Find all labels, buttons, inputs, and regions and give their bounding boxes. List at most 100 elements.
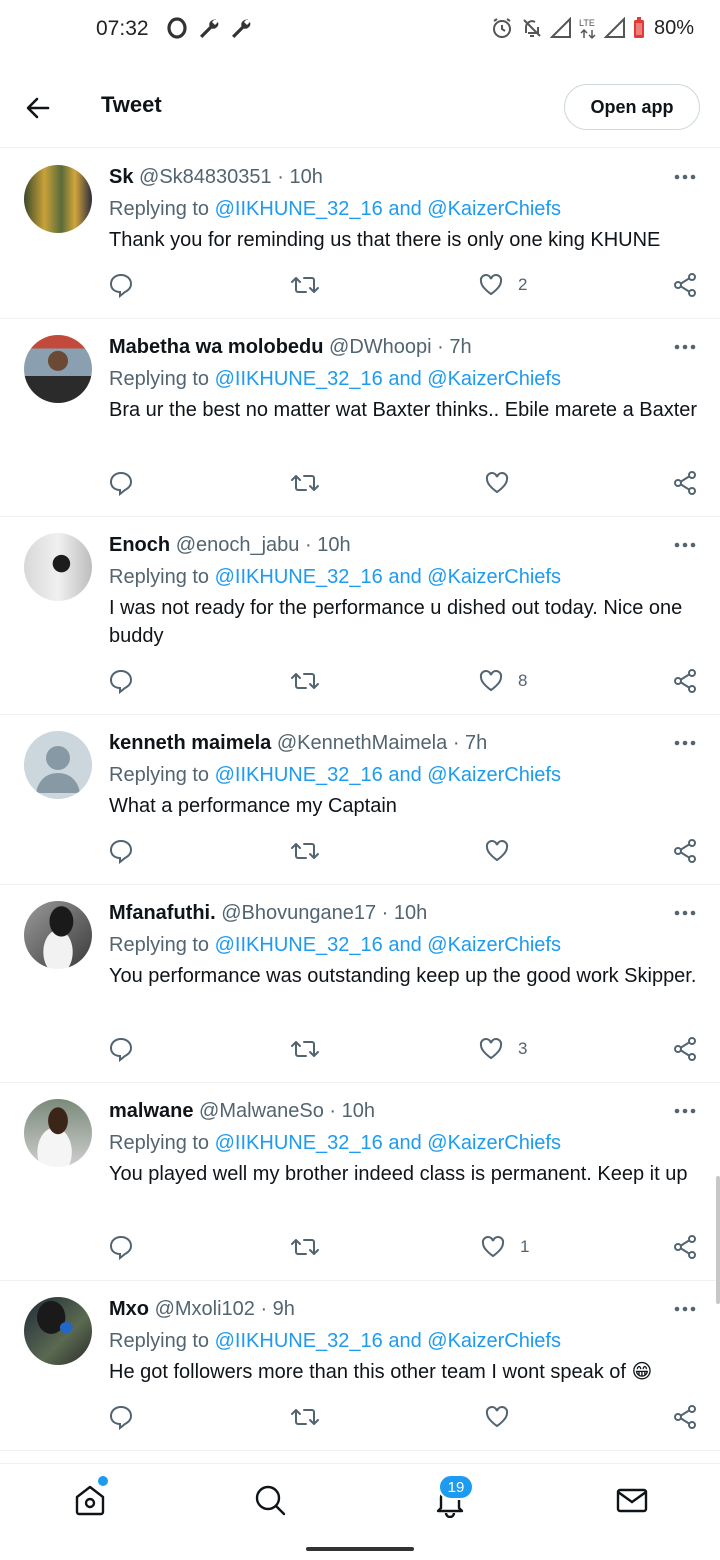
opera-icon [167, 17, 187, 39]
tweet-text: What a performance my Captain [109, 795, 397, 817]
author-handle[interactable]: @Bhovungane17 [221, 902, 376, 924]
replying-targets[interactable]: @IIKHUNE_32_16 and @KaizerChiefs [215, 1330, 561, 1352]
search-icon [255, 1485, 286, 1516]
avatar[interactable] [24, 1297, 92, 1365]
retweet-button[interactable] [290, 1036, 320, 1062]
author-handle[interactable]: @MalwaneSo [199, 1100, 324, 1122]
lte-icon: LTE [579, 18, 596, 40]
replying-targets[interactable]: @IIKHUNE_32_16 and @KaizerChiefs [215, 764, 561, 786]
more-options-icon[interactable] [672, 903, 698, 923]
replying-label: Replying to [109, 1132, 210, 1154]
nav-search[interactable] [252, 1482, 288, 1518]
avatar[interactable] [24, 1099, 92, 1167]
author-name[interactable]: malwane [109, 1100, 193, 1122]
like-count: 1 [520, 1237, 530, 1256]
tweet[interactable]: Mabetha wa molobedu @DWhoopi · 7h Replyi… [0, 319, 720, 517]
replying-label: Replying to [109, 1330, 210, 1352]
author-name[interactable]: kenneth maimela [109, 732, 271, 754]
author-name[interactable]: Mfanafuthi. [109, 902, 216, 924]
comment-icon [109, 839, 133, 864]
author-handle[interactable]: @Mxoli102 [155, 1298, 255, 1320]
tweet[interactable]: Mxo @Mxoli102 · 9h Replying to @IIKHUNE_… [0, 1281, 720, 1451]
replying-targets[interactable]: @IIKHUNE_32_16 and @KaizerChiefs [215, 566, 561, 588]
retweet-button[interactable] [290, 470, 320, 496]
tweet-time: · 10h [329, 1100, 376, 1122]
like-button[interactable] [484, 470, 524, 496]
tweet-text: I was not ready for the performance u di… [109, 597, 683, 647]
status-bar: 07:32 LTE 80% [0, 0, 720, 60]
tweet-text: You performance was outstanding keep up … [109, 965, 697, 987]
reply-button[interactable] [108, 1234, 134, 1260]
retweet-button[interactable] [290, 1234, 320, 1260]
more-options-icon[interactable] [672, 535, 698, 555]
retweet-button[interactable] [290, 668, 320, 694]
bottom-navigation: 19 [0, 1463, 720, 1537]
avatar[interactable] [24, 165, 92, 233]
like-button[interactable]: 1 [480, 1234, 529, 1260]
like-button[interactable]: 2 [478, 272, 527, 298]
tweet-text: He got followers more than this other te… [109, 1361, 653, 1383]
open-app-button[interactable]: Open app [564, 84, 700, 130]
tweet-time: · 10h [277, 166, 323, 188]
reply-button[interactable] [108, 470, 134, 496]
author-name[interactable]: Enoch [109, 534, 170, 556]
reply-button[interactable] [108, 1036, 134, 1062]
author-name[interactable]: Mxo [109, 1298, 149, 1320]
more-options-icon[interactable] [672, 733, 698, 753]
author-name[interactable]: Mabetha wa molobedu [109, 336, 323, 358]
replying-targets[interactable]: @IIKHUNE_32_16 and @KaizerChiefs [215, 368, 561, 390]
reply-button[interactable] [108, 1404, 134, 1430]
more-options-icon[interactable] [672, 337, 698, 357]
like-button[interactable]: 3 [478, 1036, 527, 1062]
like-button[interactable] [484, 1404, 524, 1430]
nav-messages[interactable] [614, 1482, 650, 1518]
tweet-time: · 10h [381, 902, 428, 924]
author-handle[interactable]: @KennethMaimela [277, 732, 447, 754]
retweet-icon [291, 1239, 319, 1255]
tweet[interactable]: Enoch @enoch_jabu · 10h Replying to @IIK… [0, 517, 720, 715]
heart-icon [485, 471, 509, 494]
reply-button[interactable] [108, 838, 134, 864]
author-name[interactable]: Sk [109, 166, 133, 188]
share-button[interactable] [672, 1404, 698, 1430]
scrollbar[interactable] [716, 1176, 720, 1304]
tweet[interactable]: Sk @Sk84830351 · 10h Replying to @IIKHUN… [0, 149, 720, 319]
signal-icon [549, 17, 571, 38]
retweet-button[interactable] [290, 272, 320, 298]
avatar[interactable] [24, 731, 92, 799]
share-button[interactable] [672, 1036, 698, 1062]
more-options-icon[interactable] [672, 1101, 698, 1121]
tweet[interactable]: malwane @MalwaneSo · 10h Replying to @II… [0, 1083, 720, 1281]
more-options-icon[interactable] [672, 1299, 698, 1319]
reply-button[interactable] [108, 272, 134, 298]
avatar[interactable] [24, 335, 92, 403]
like-button[interactable] [484, 838, 524, 864]
share-button[interactable] [672, 838, 698, 864]
tweet[interactable]: Mfanafuthi. @Bhovungane17 · 10h Replying… [0, 885, 720, 1083]
share-button[interactable] [672, 272, 698, 298]
gesture-bar[interactable] [306, 1547, 414, 1551]
author-handle[interactable]: @DWhoopi [329, 336, 432, 358]
notifications-badge: 19 [438, 1474, 474, 1500]
reply-button[interactable] [108, 668, 134, 694]
nav-home[interactable] [72, 1482, 108, 1518]
author-handle[interactable]: @enoch_jabu [176, 534, 300, 556]
replying-label: Replying to [109, 764, 210, 786]
avatar[interactable] [24, 533, 92, 601]
replying-targets[interactable]: @IIKHUNE_32_16 and @KaizerChiefs [215, 1132, 561, 1154]
share-button[interactable] [672, 668, 698, 694]
share-button[interactable] [672, 1234, 698, 1260]
replying-targets[interactable]: @IIKHUNE_32_16 and @KaizerChiefs [215, 934, 561, 956]
avatar[interactable] [24, 901, 92, 969]
heart-icon [479, 669, 503, 692]
like-button[interactable]: 8 [478, 668, 527, 694]
back-button[interactable] [22, 92, 54, 124]
more-options-icon[interactable] [672, 167, 698, 187]
retweet-button[interactable] [290, 1404, 320, 1430]
retweet-button[interactable] [290, 838, 320, 864]
tweet[interactable]: kenneth maimela @KennethMaimela · 7h Rep… [0, 715, 720, 885]
share-button[interactable] [672, 470, 698, 496]
like-count: 2 [518, 275, 528, 294]
author-handle[interactable]: @Sk84830351 [139, 166, 272, 188]
replying-targets[interactable]: @IIKHUNE_32_16 and @KaizerChiefs [215, 198, 561, 220]
